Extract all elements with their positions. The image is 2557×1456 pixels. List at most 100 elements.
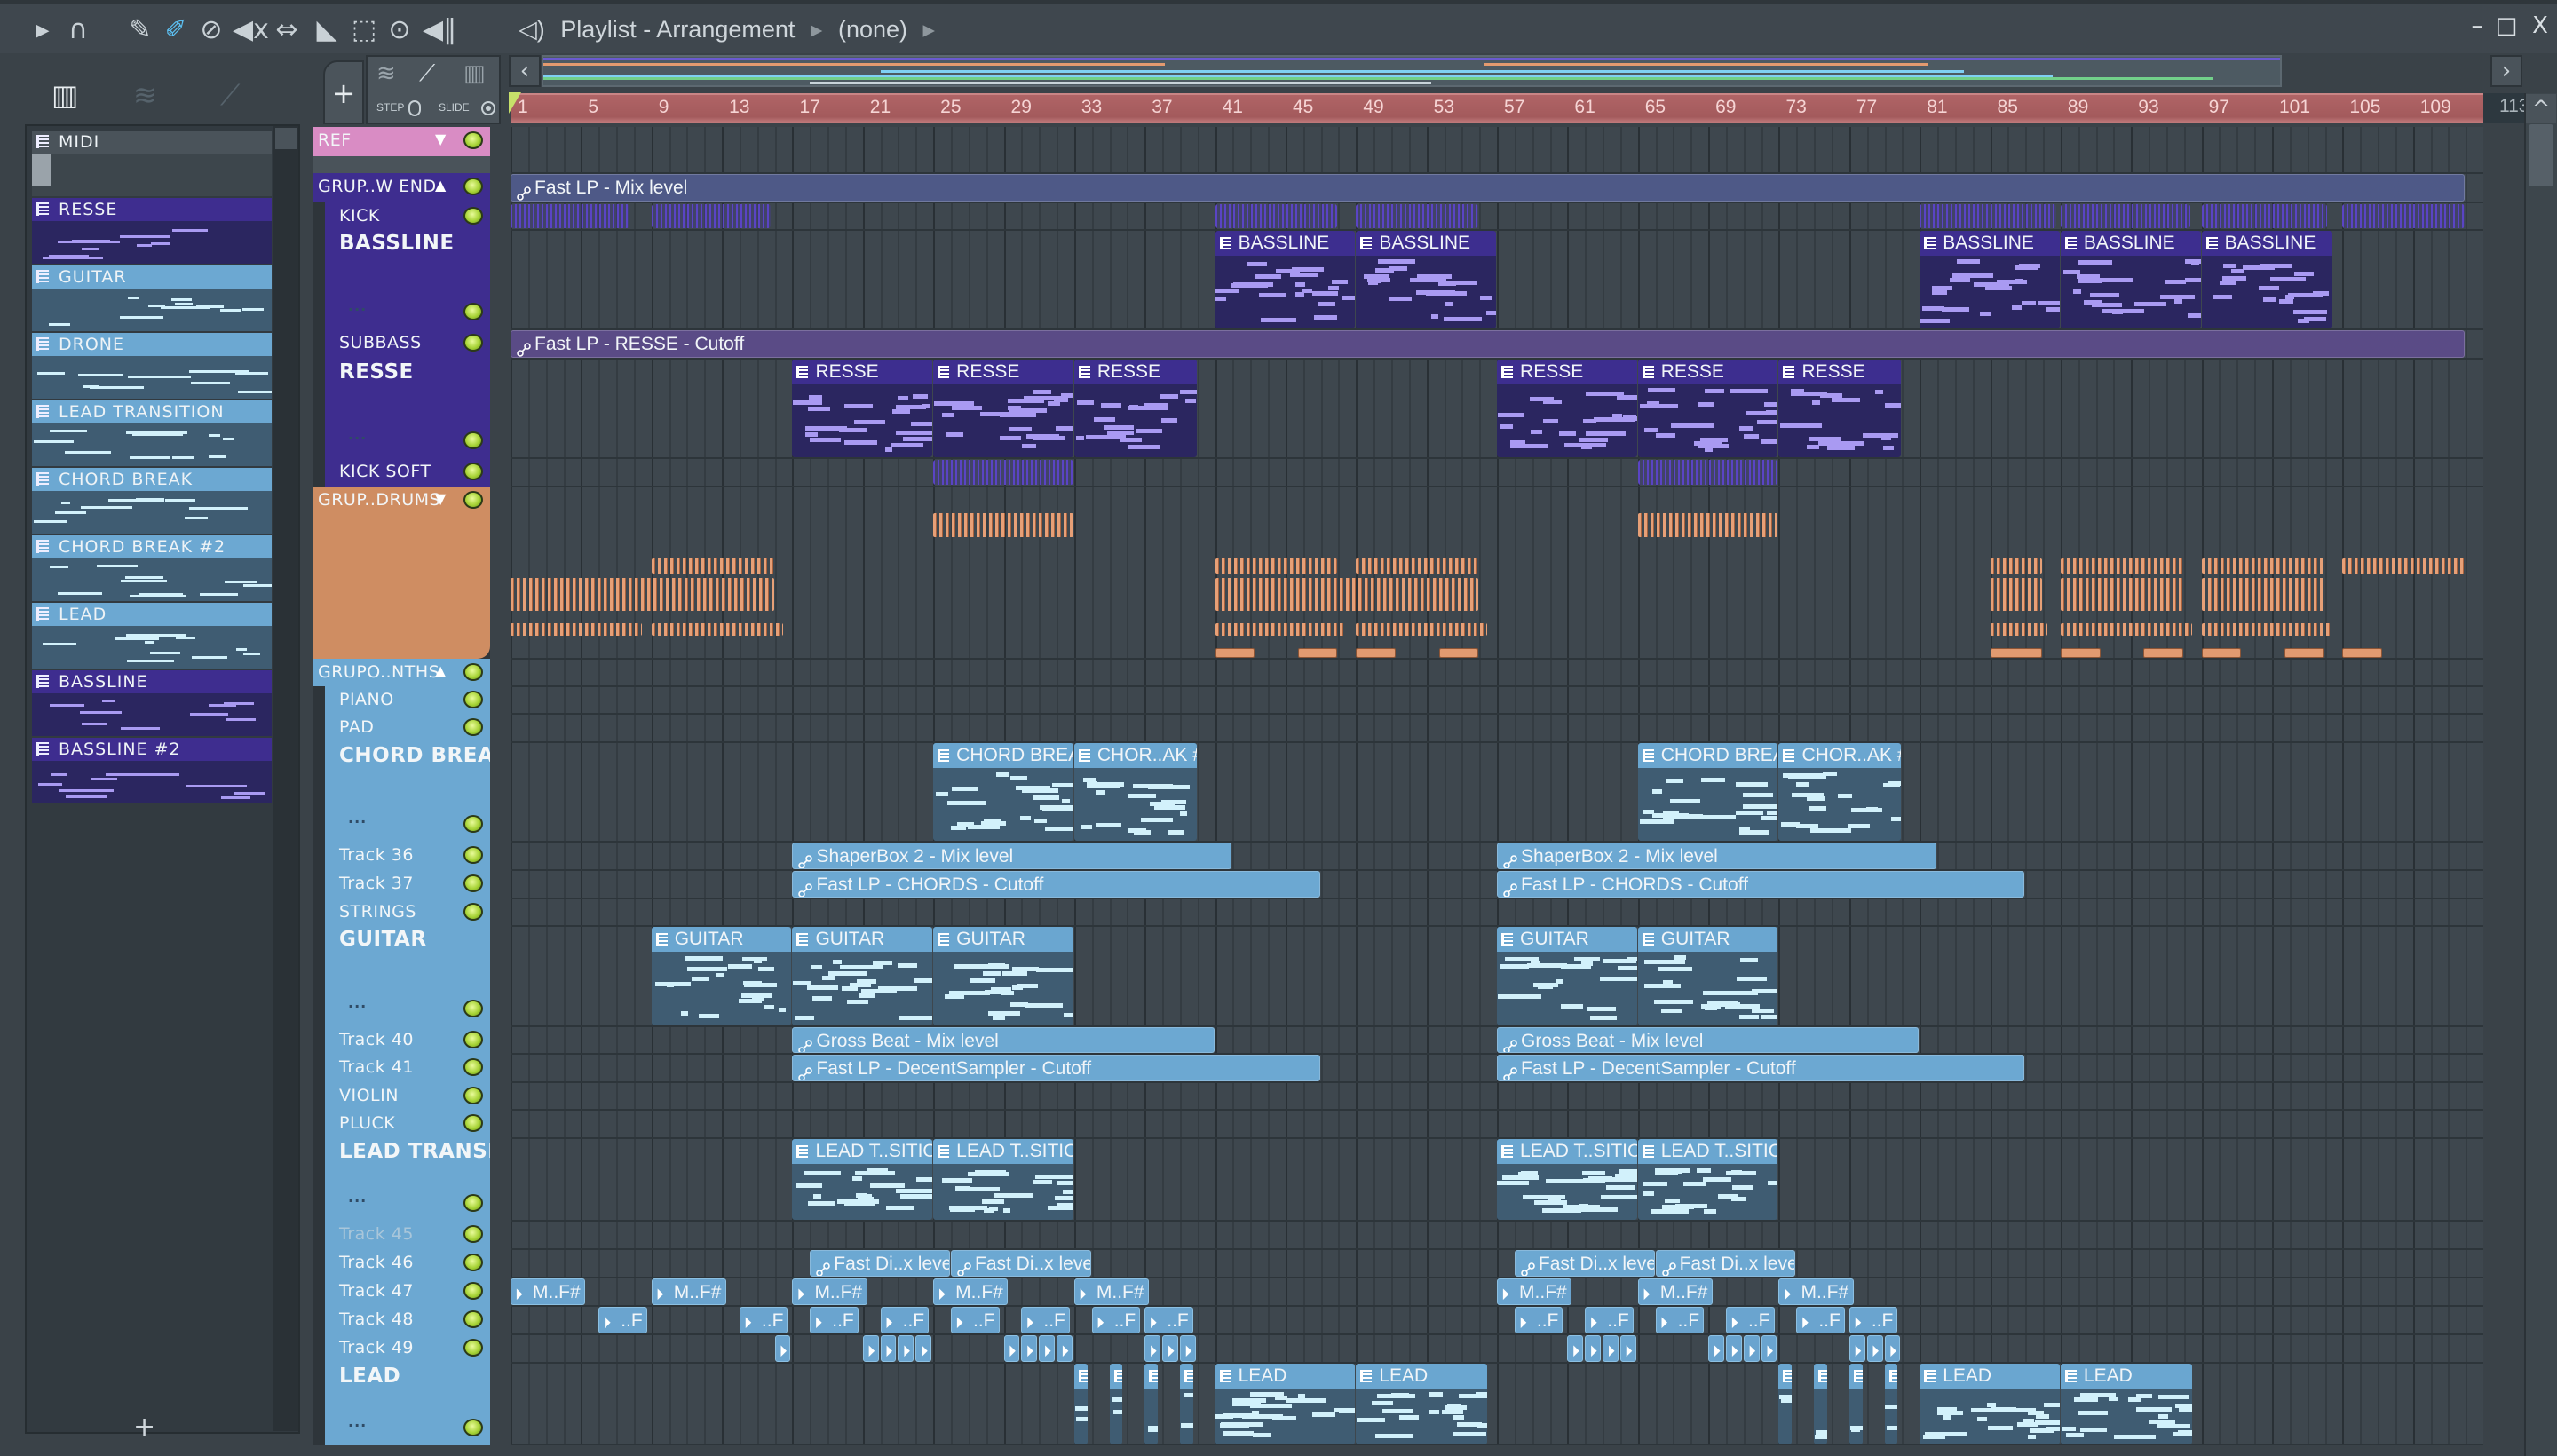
- track-enable-led[interactable]: [463, 903, 483, 921]
- drum-pattern-clip[interactable]: [1215, 648, 1255, 658]
- pattern-clip[interactable]: RESSE: [1778, 360, 1902, 457]
- audio-clip[interactable]: ⏵ ..F: [1021, 1307, 1070, 1333]
- audio-clip[interactable]: ⏵ M..F#: [511, 1278, 586, 1305]
- breadcrumb-arrow[interactable]: ▸: [923, 16, 936, 43]
- slip-icon[interactable]: ⇔: [271, 14, 303, 46]
- drum-pattern-clip[interactable]: [2342, 648, 2382, 658]
- scroll-right-button[interactable]: ›: [2490, 55, 2522, 87]
- track-header[interactable]: SUBBASS: [313, 329, 490, 359]
- automation-icon[interactable]: ⟋: [419, 60, 435, 88]
- track-enable-led[interactable]: [463, 1031, 483, 1048]
- track-header[interactable]: VIOLIN: [313, 1082, 490, 1110]
- scroll-left-button[interactable]: ‹: [509, 55, 541, 87]
- pattern-clip[interactable]: LEAD T..SITION: [1637, 1139, 1778, 1220]
- track-enable-led[interactable]: [463, 1000, 483, 1017]
- vertical-scroll-thumb[interactable]: [2529, 124, 2553, 186]
- pattern-clip[interactable]: [2201, 204, 2328, 228]
- playlist-grid[interactable]: Fast LP - Mix level Fast LP - RESSE - Cut…: [511, 127, 2483, 1445]
- audio-clip[interactable]: ⏵ ..F: [1655, 1307, 1705, 1333]
- drum-pattern-clip[interactable]: [933, 513, 1073, 537]
- timeline-ruler[interactable]: 1 5 9 13 17 21 25 29 33 37 41 45 49 53 57 61 65 69 73 77 81 8…: [511, 93, 2483, 123]
- pattern-clip[interactable]: [2060, 204, 2190, 228]
- audio-clip[interactable]: ⏵: [898, 1335, 914, 1362]
- slide-toggle[interactable]: [481, 101, 495, 115]
- drum-pattern-clip[interactable]: [1297, 648, 1338, 658]
- audio-clip[interactable]: ⏵ ..F: [880, 1307, 930, 1333]
- picker-item[interactable]: LEAD: [32, 603, 272, 669]
- automation-clip[interactable]: Fast LP - CHORDS - Cutoff: [1497, 871, 2025, 898]
- drum-pattern-clip[interactable]: [1215, 578, 1479, 611]
- audio-clip[interactable]: ⏵ ..F: [739, 1307, 788, 1333]
- pattern-clip[interactable]: [1848, 1364, 1863, 1444]
- minimize-button[interactable]: –: [2464, 12, 2490, 39]
- audio-clip[interactable]: ⏵ ..F: [951, 1307, 1000, 1333]
- track-header[interactable]: GRUP..DRUMS ▼: [313, 487, 490, 659]
- track-enable-led[interactable]: [463, 178, 483, 195]
- drum-pattern-clip[interactable]: [1215, 558, 1338, 574]
- audio-clip[interactable]: ⏵: [1003, 1335, 1020, 1362]
- track-enable-led[interactable]: [463, 431, 483, 449]
- audio-clip[interactable]: ⏵: [1603, 1335, 1619, 1362]
- drum-pattern-clip[interactable]: [1215, 623, 1347, 636]
- track-header[interactable]: BASSLINE...: [313, 230, 490, 329]
- track-enable-led[interactable]: [463, 815, 483, 833]
- track-enable-led[interactable]: [463, 874, 483, 892]
- pattern-clip[interactable]: LEAD T..SITION: [792, 1139, 933, 1220]
- pattern-clip[interactable]: LEAD: [2060, 1364, 2192, 1444]
- piano-icon[interactable]: ▥: [463, 60, 486, 87]
- track-header[interactable]: PAD: [313, 714, 490, 742]
- automation-clip[interactable]: Fast LP - DecentSampler - Cutoff: [1497, 1055, 2025, 1081]
- track-enable-led[interactable]: [463, 1058, 483, 1076]
- audio-clip[interactable]: ⏵: [915, 1335, 932, 1362]
- audio-clip[interactable]: ⏵ ..F: [1796, 1307, 1845, 1333]
- picker-item[interactable]: GUITAR: [32, 265, 272, 331]
- pattern-clip[interactable]: LEAD T..SITION: [933, 1139, 1073, 1220]
- track-header[interactable]: GRUPO..NTHS ▲: [313, 659, 490, 686]
- playback-icon[interactable]: ◀‖: [423, 14, 456, 46]
- audio-clip[interactable]: ⏵: [1021, 1335, 1038, 1362]
- pattern-clip[interactable]: [1920, 204, 2056, 228]
- automation-clip[interactable]: Fast LP - Mix level: [511, 174, 2466, 202]
- audio-clip[interactable]: ⏵: [1848, 1335, 1865, 1362]
- drum-pattern-clip[interactable]: [1990, 578, 2043, 611]
- automation-clip[interactable]: Fast Di..x level: [1655, 1250, 1796, 1277]
- speaker-icon[interactable]: ◁): [519, 16, 545, 43]
- add-track-button[interactable]: +: [323, 60, 364, 124]
- track-enable-led[interactable]: [463, 463, 483, 480]
- audio-clip[interactable]: ⏵ M..F#: [1637, 1278, 1714, 1305]
- pattern-selector[interactable]: (none): [838, 16, 907, 43]
- track-header[interactable]: CHORD BREAK...: [313, 742, 490, 842]
- automation-clip[interactable]: Fast LP - CHORDS - Cutoff: [792, 871, 1320, 898]
- track-header[interactable]: STRINGS: [313, 898, 490, 926]
- select-icon[interactable]: ⬚: [348, 14, 380, 46]
- automation-clip[interactable]: Fast LP - RESSE - Cutoff: [511, 330, 2466, 358]
- audio-clip[interactable]: ⏵: [880, 1335, 897, 1362]
- pattern-clip[interactable]: CHOR..AK #2: [1073, 743, 1197, 841]
- pattern-clip[interactable]: RESSE: [933, 360, 1073, 457]
- drum-pattern-clip[interactable]: [2201, 648, 2242, 658]
- waveform-icon[interactable]: ≋: [376, 60, 396, 87]
- paint-brush-icon[interactable]: ✐: [160, 14, 192, 46]
- audio-clip[interactable]: ⏵: [1708, 1335, 1724, 1362]
- pattern-clip[interactable]: [511, 204, 629, 228]
- pattern-clip[interactable]: BASSLINE: [1215, 231, 1356, 328]
- track-header[interactable]: PLUCK: [313, 1110, 490, 1138]
- audio-clip[interactable]: ⏵ M..F#: [933, 1278, 1009, 1305]
- step-toggle[interactable]: [408, 100, 421, 116]
- pattern-clip[interactable]: RESSE: [1637, 360, 1778, 457]
- slice-icon[interactable]: ◣: [311, 14, 343, 46]
- track-enable-led[interactable]: [463, 207, 483, 225]
- automation-clip[interactable]: ShaperBox 2 - Mix level: [792, 843, 1232, 869]
- drum-pattern-clip[interactable]: [2143, 648, 2183, 658]
- audio-clip[interactable]: ⏵: [1619, 1335, 1636, 1362]
- drum-pattern-clip[interactable]: [1637, 513, 1778, 537]
- audio-clip[interactable]: ⏵ ..F: [1091, 1307, 1141, 1333]
- pattern-clip[interactable]: RESSE: [792, 360, 933, 457]
- mute-icon[interactable]: ◀x: [233, 14, 269, 46]
- track-enable-led[interactable]: [463, 1419, 483, 1436]
- track-enable-led[interactable]: [463, 1194, 483, 1212]
- audio-clip[interactable]: ⏵ M..F#: [651, 1278, 727, 1305]
- audio-tab-icon[interactable]: ≋: [133, 78, 157, 112]
- automation-clip[interactable]: Fast Di..x level: [1514, 1250, 1655, 1277]
- track-header[interactable]: RESSE...: [313, 359, 490, 458]
